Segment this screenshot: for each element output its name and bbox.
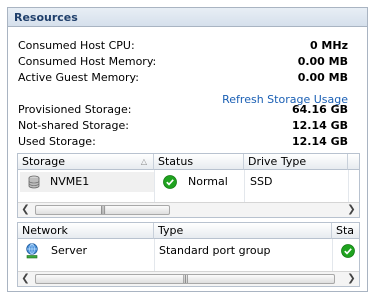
chevron-right-icon[interactable]: ❯ [344, 203, 359, 217]
status-cell [332, 241, 359, 261]
horizontal-scrollbar[interactable]: ❮ ||| ❯ [18, 271, 359, 286]
sort-arrow-icon: △ [140, 157, 147, 166]
network-cell: Server [18, 241, 154, 261]
resource-row-host-memory: Consumed Host Memory: 0.00 MB [18, 54, 348, 70]
type-cell: Standard port group [154, 241, 332, 261]
storage-cell: NVME1 [20, 172, 154, 192]
chevron-right-icon[interactable]: ❯ [344, 272, 359, 286]
network-type: Standard port group [159, 244, 271, 257]
storage-row-used: Used Storage: 12.14 GB [18, 134, 348, 150]
resource-label: Consumed Host CPU: [18, 39, 135, 52]
storage-table: Storage △ Status Drive Type NVME1 Normal… [17, 153, 360, 218]
check-circle-icon [163, 175, 177, 189]
storage-row-not-shared: Not-shared Storage: 12.14 GB [18, 118, 348, 134]
chevron-left-icon[interactable]: ❮ [18, 272, 33, 286]
network-globe-icon [26, 243, 38, 259]
storage-label: Used Storage: [18, 135, 96, 148]
database-icon [28, 175, 40, 189]
resource-row-guest-memory: Active Guest Memory: 0.00 MB [18, 70, 348, 86]
panel-title: Resources [8, 8, 367, 27]
column-header-status[interactable]: Status [154, 154, 244, 170]
resource-value: 0 MHz [309, 39, 348, 52]
horizontal-scrollbar[interactable]: ❮ ||| ❯ [18, 202, 359, 217]
resources-panel: Resources Consumed Host CPU: 0 MHz Consu… [7, 7, 368, 292]
table-row[interactable]: Server Standard port group [18, 241, 359, 261]
resource-label: Active Guest Memory: [18, 71, 139, 84]
storage-label: Not-shared Storage: [18, 119, 129, 132]
storage-name: NVME1 [50, 175, 90, 188]
drive-type-cell: SSD [244, 172, 348, 192]
storage-label: Provisioned Storage: [18, 103, 132, 116]
check-circle-icon [341, 244, 355, 258]
storage-value: 64.16 GB [291, 103, 348, 116]
scroll-thumb[interactable]: ||| [35, 205, 170, 215]
column-header-status[interactable]: Sta [332, 223, 359, 239]
column-header-type[interactable]: Type [154, 223, 332, 239]
chevron-left-icon[interactable]: ❮ [18, 203, 33, 217]
scroll-grip-icon: ||| [182, 274, 188, 283]
resource-value: 0.00 MB [297, 55, 348, 68]
resource-value: 0.00 MB [297, 71, 348, 84]
scroll-thumb[interactable]: ||| [35, 274, 335, 284]
table-row[interactable]: NVME1 Normal SSD [18, 172, 359, 192]
column-header-storage[interactable]: Storage △ [18, 154, 154, 170]
status-cell: Normal [154, 172, 244, 192]
network-table: Network Type Sta Server Standard port gr… [17, 222, 360, 287]
resource-label: Consumed Host Memory: [18, 55, 157, 68]
scroll-grip-icon: ||| [99, 205, 106, 214]
column-header-network[interactable]: Network [18, 223, 154, 239]
drive-type-text: SSD [250, 175, 273, 188]
network-name: Server [51, 244, 88, 257]
resource-row-cpu: Consumed Host CPU: 0 MHz [18, 38, 348, 54]
storage-value: 12.14 GB [291, 119, 348, 132]
column-header-filler [348, 154, 359, 170]
column-header-drive-type[interactable]: Drive Type [244, 154, 348, 170]
storage-value: 12.14 GB [291, 135, 348, 148]
status-text: Normal [188, 175, 228, 188]
storage-row-provisioned: Provisioned Storage: 64.16 GB [18, 102, 348, 118]
